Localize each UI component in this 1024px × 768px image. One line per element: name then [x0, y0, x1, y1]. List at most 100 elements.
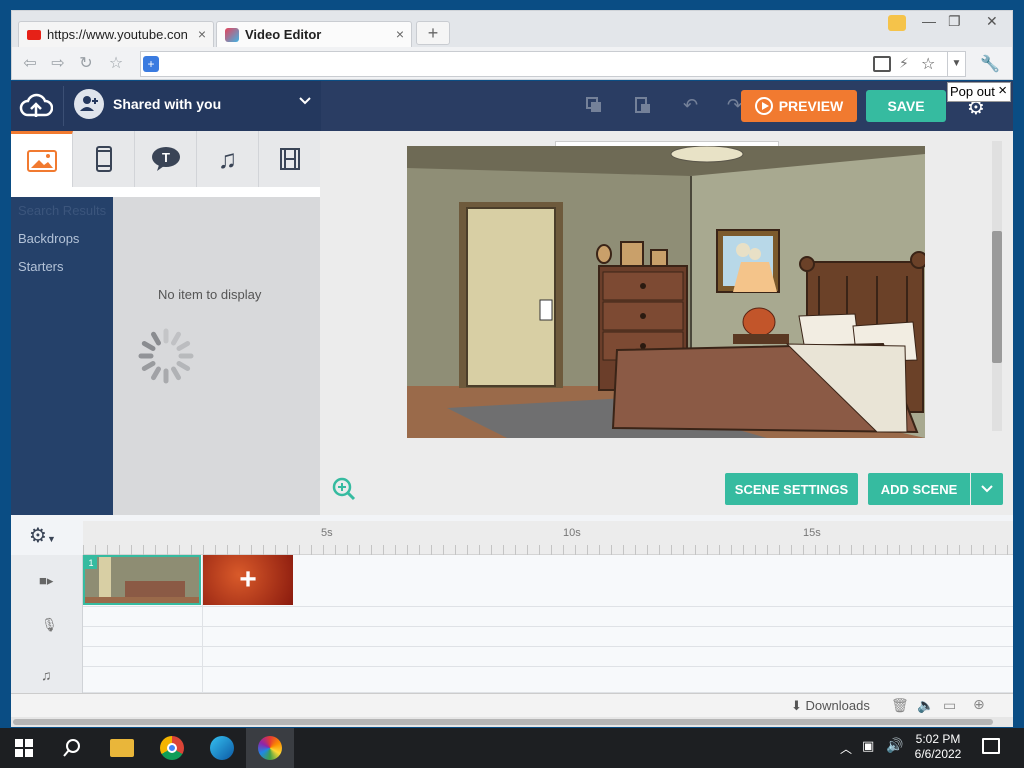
scene-settings-button[interactable]: SCENE SETTINGS: [725, 473, 858, 505]
bookmark-star-icon[interactable]: ☆: [106, 54, 126, 74]
popout-close-icon[interactable]: ×: [998, 82, 1007, 100]
tab-backgrounds[interactable]: [11, 131, 73, 187]
address-bar[interactable]: + ⚡ ☆ ▼: [140, 51, 966, 77]
asset-results-panel: No item to display: [113, 197, 320, 515]
bedroom-backdrop: [407, 146, 925, 438]
tab-title: https://www.youtube.con: [47, 27, 188, 42]
close-window-icon[interactable]: ✕: [986, 13, 998, 30]
stage-scrollbar[interactable]: [992, 141, 1002, 431]
divider: [63, 86, 64, 126]
network-icon[interactable]: ▣: [862, 738, 874, 754]
close-tab-icon[interactable]: ×: [396, 26, 404, 42]
empty-message: No item to display: [158, 287, 262, 302]
add-scene-button[interactable]: ADD SCENE: [868, 473, 970, 505]
tick-10s: 10s: [563, 527, 581, 539]
tab-strip: https://www.youtube.con × Video Editor ×…: [12, 11, 1012, 47]
close-tab-icon[interactable]: ×: [198, 26, 206, 42]
restore-icon[interactable]: ❐: [948, 13, 961, 30]
timeline: ⚙▼ 5s 10s 15s ■▸ 🎙 ♫ 1 +: [11, 515, 1013, 693]
scene-thumbnail[interactable]: 1: [83, 555, 201, 605]
copy-icon[interactable]: [585, 96, 603, 114]
download-icon: ⬇: [791, 698, 802, 713]
timeline-settings-icon[interactable]: ⚙▼: [29, 523, 56, 548]
microphone-icon: 🎙: [41, 617, 58, 632]
horizontal-scrollbar[interactable]: [11, 717, 1013, 727]
scene-canvas[interactable]: [407, 146, 925, 438]
zoom-icon[interactable]: ⊕: [973, 696, 985, 713]
chevron-up-icon[interactable]: ︿: [840, 740, 852, 757]
edge-icon[interactable]: [198, 728, 246, 768]
film-icon: [280, 148, 300, 170]
asset-sidebar: T ♫ Search Results Backdrops Starters No…: [11, 131, 320, 515]
windows-taskbar: ︿ ▣ 🔊 5:02 PM 6/6/2022: [0, 728, 1024, 768]
youtube-icon: [27, 29, 41, 40]
reload-icon[interactable]: ↻: [76, 54, 96, 74]
clock[interactable]: 5:02 PM 6/6/2022: [912, 732, 964, 762]
volume-icon[interactable]: 🔊: [886, 737, 903, 754]
redo-icon[interactable]: ↷: [727, 95, 742, 116]
plus-icon: +: [239, 563, 257, 596]
add-scene-tile[interactable]: +: [203, 555, 293, 605]
scrollbar-thumb[interactable]: [992, 231, 1002, 363]
windows-start-icon[interactable]: [0, 728, 48, 768]
zoom-in-icon[interactable]: [332, 477, 356, 504]
dropdown-icon[interactable]: ▼: [947, 52, 965, 76]
scene-stage: SCENE SETTINGS ADD SCENE: [320, 131, 1013, 515]
notifications-icon[interactable]: [982, 738, 1000, 754]
popout-tooltip[interactable]: Pop out ×: [947, 82, 1011, 102]
site-shield-icon: +: [143, 56, 159, 72]
nav-item-search-results[interactable]: Search Results: [11, 197, 113, 225]
trash-icon[interactable]: 🗑: [891, 697, 909, 714]
music-note-icon: ♫: [217, 143, 238, 174]
lightning-icon[interactable]: ⚡: [899, 55, 909, 72]
search-icon[interactable]: [48, 728, 96, 768]
scene-number-badge: 1: [85, 557, 97, 569]
chrome-icon[interactable]: [148, 728, 196, 768]
screen-icon[interactable]: ▭: [943, 697, 956, 714]
paste-icon[interactable]: [633, 96, 651, 114]
sidebar-gap: [11, 187, 320, 197]
downloads-label: Downloads: [805, 698, 870, 713]
account-label[interactable]: Shared with you: [113, 96, 221, 112]
asset-tabs: T ♫: [11, 131, 320, 187]
wrench-icon[interactable]: 🔧: [980, 54, 1000, 74]
tab-title: Video Editor: [245, 27, 322, 42]
voice-track-2: [83, 627, 1013, 647]
scrollbar-thumb[interactable]: [13, 719, 993, 725]
preview-label: PREVIEW: [778, 98, 844, 114]
nav-item-starters[interactable]: Starters: [11, 253, 113, 281]
speech-bubble-icon: T: [151, 147, 180, 171]
file-explorer-icon[interactable]: [98, 728, 146, 768]
tab-youtube[interactable]: https://www.youtube.con ×: [18, 21, 214, 47]
shirt-icon[interactable]: [888, 15, 906, 31]
tab-text[interactable]: T: [135, 131, 197, 187]
time-ruler[interactable]: 5s 10s 15s: [83, 521, 1013, 555]
screen-icon[interactable]: [873, 56, 891, 72]
video-camera-icon: ■▸: [39, 573, 54, 588]
upload-cloud-icon[interactable]: [19, 91, 54, 121]
speaker-icon[interactable]: 🔈: [917, 697, 934, 714]
minimize-icon[interactable]: —: [922, 13, 936, 29]
new-tab-button[interactable]: +: [416, 21, 450, 45]
tab-music[interactable]: ♫: [197, 131, 259, 187]
star-icon[interactable]: ☆: [921, 54, 935, 74]
tab-video-editor[interactable]: Video Editor ×: [216, 21, 412, 47]
play-circle-icon: [754, 97, 773, 115]
save-button[interactable]: SAVE: [866, 90, 946, 122]
tab-devices[interactable]: [73, 131, 135, 187]
forward-icon[interactable]: ⇨: [48, 54, 68, 74]
undo-icon[interactable]: ↶: [683, 95, 698, 116]
tab-video[interactable]: [259, 131, 321, 187]
preview-button[interactable]: PREVIEW: [741, 90, 857, 122]
music-note-icon: ♫: [41, 667, 52, 683]
back-icon[interactable]: ⇦: [20, 54, 40, 74]
tick-5s: 5s: [321, 527, 333, 539]
color-wheel-app-icon[interactable]: [246, 728, 294, 768]
tick-15s: 15s: [803, 527, 821, 539]
nav-item-backdrops[interactable]: Backdrops: [11, 225, 113, 253]
downloads-button[interactable]: ⬇ Downloads: [791, 698, 870, 714]
chevron-down-icon[interactable]: [299, 95, 311, 110]
ruler-ticks: [83, 545, 1013, 555]
browser-status-bar: ⬇ Downloads 🗑 🔈 ▭ ⊕: [11, 693, 1013, 717]
add-scene-dropdown[interactable]: [971, 473, 1003, 505]
